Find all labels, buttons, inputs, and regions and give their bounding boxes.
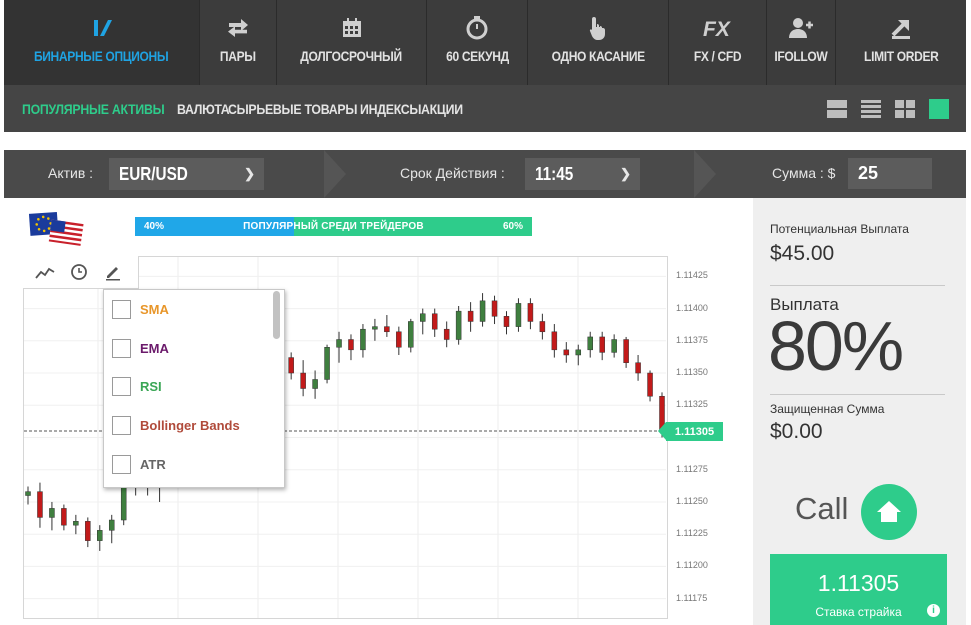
- candle-bullish: [108, 519, 115, 531]
- price-axis-tick-label: 1.11400: [676, 302, 708, 313]
- call-label: Call: [795, 491, 849, 526]
- trading-screen: БИНАРНЫЕ ОПЦИОНЫ ПАРЫ ДОЛГОСРОЧНЫЙ 60 СЕ…: [0, 0, 971, 625]
- candle-bearish: [551, 331, 558, 351]
- divider: [770, 285, 945, 286]
- trade-panel: Потенциальная Выплата $45.00 Выплата 80%…: [753, 198, 966, 625]
- candle-bullish: [312, 379, 318, 389]
- price-axis-tick-label: 1.11375: [676, 334, 708, 345]
- indicator-option-rsi[interactable]: RSI: [112, 375, 162, 397]
- candle-bearish: [61, 508, 67, 526]
- candle-bullish: [120, 482, 127, 521]
- checkbox[interactable]: [112, 415, 131, 435]
- checkbox[interactable]: [112, 454, 131, 474]
- indicator-label: EMA: [140, 340, 169, 356]
- current-price-tag: 1.11305: [658, 422, 723, 441]
- chart-toolbar: [23, 256, 139, 289]
- price-axis-tick-label: 1.11350: [676, 367, 708, 378]
- candle-bullish: [25, 491, 31, 496]
- candle-bullish: [420, 313, 426, 322]
- indicator-dropdown: SMA EMA RSI Bollinger Bands ATR: [103, 289, 285, 488]
- candle-bullish: [455, 310, 462, 340]
- info-icon[interactable]: i: [927, 604, 940, 617]
- candle-bearish: [431, 313, 438, 330]
- candle-bearish: [563, 349, 570, 356]
- candle-bullish: [360, 328, 366, 351]
- candle-bearish: [599, 336, 605, 353]
- candle-bullish: [575, 349, 582, 356]
- indicator-label: RSI: [140, 378, 162, 394]
- candle-bearish: [503, 316, 510, 327]
- candle-bullish: [73, 521, 79, 526]
- candle-bearish: [623, 339, 629, 363]
- candle-bullish: [408, 321, 414, 348]
- candle-bearish: [647, 372, 653, 397]
- checkbox[interactable]: [112, 338, 131, 358]
- indicator-option-ema[interactable]: EMA: [112, 337, 169, 359]
- candle-bearish: [37, 491, 43, 518]
- candle-bullish: [336, 339, 342, 348]
- candle-bearish: [85, 521, 91, 541]
- checkbox[interactable]: [112, 299, 131, 319]
- candle-bullish: [324, 347, 330, 380]
- candle-bearish: [300, 372, 306, 389]
- candle-bearish: [635, 362, 641, 374]
- candle-bullish: [515, 303, 522, 327]
- indicator-option-sma[interactable]: SMA: [112, 298, 169, 320]
- candle-bullish: [49, 508, 55, 518]
- strike-price-box: 1.11305 Ставка страйка i: [770, 554, 947, 625]
- strike-price-caption: Ставка страйка: [815, 605, 902, 619]
- indicator-option-atr[interactable]: ATR: [112, 453, 166, 475]
- divider: [770, 394, 945, 395]
- potential-payout-value: $45.00: [770, 242, 835, 265]
- candle-bullish: [611, 339, 617, 353]
- candle-bearish: [396, 331, 402, 348]
- potential-payout-label: Потенциальная Выплата: [770, 222, 909, 236]
- strike-price-value: 1.11305: [817, 570, 900, 596]
- candle-bullish: [587, 336, 593, 351]
- candle-bearish: [527, 303, 534, 322]
- candle-bearish: [467, 310, 474, 322]
- candle-bearish: [539, 321, 546, 333]
- pencil-icon[interactable]: [103, 262, 123, 282]
- indicator-label: SMA: [140, 301, 169, 317]
- price-axis-tick-label: 1.11200: [676, 560, 708, 571]
- indicator-option-bollinger[interactable]: Bollinger Bands: [112, 414, 240, 436]
- payout-percent: 80%: [768, 307, 904, 385]
- house-up-icon: [877, 501, 901, 522]
- candle-bearish: [348, 339, 354, 351]
- price-axis-tick-label: 1.11275: [676, 463, 708, 474]
- protected-amount-label: Защищенная Сумма: [770, 402, 885, 416]
- candle-bullish: [372, 326, 378, 330]
- checkbox[interactable]: [112, 376, 131, 396]
- candle-bullish: [479, 300, 486, 322]
- price-axis-tick-label: 1.11225: [676, 528, 708, 539]
- candle-bullish: [97, 530, 103, 541]
- line-chart-icon[interactable]: [35, 262, 55, 282]
- price-axis-tick-label: 1.11250: [676, 495, 708, 506]
- indicator-label: ATR: [140, 456, 166, 472]
- candle-bearish: [288, 357, 294, 374]
- call-button[interactable]: [861, 484, 917, 540]
- price-axis-tick-label: 1.11175: [676, 592, 708, 603]
- candle-bearish: [443, 328, 450, 340]
- price-axis-tick-label: 1.11325: [676, 399, 708, 410]
- candle-bearish: [491, 300, 498, 317]
- price-axis-tick-label: 1.11425: [676, 270, 708, 281]
- indicator-label: Bollinger Bands: [140, 417, 240, 433]
- clock-icon[interactable]: [69, 262, 89, 282]
- dropdown-scrollbar[interactable]: [273, 291, 280, 339]
- protected-amount-value: $0.00: [770, 420, 823, 443]
- candle-bearish: [384, 326, 390, 333]
